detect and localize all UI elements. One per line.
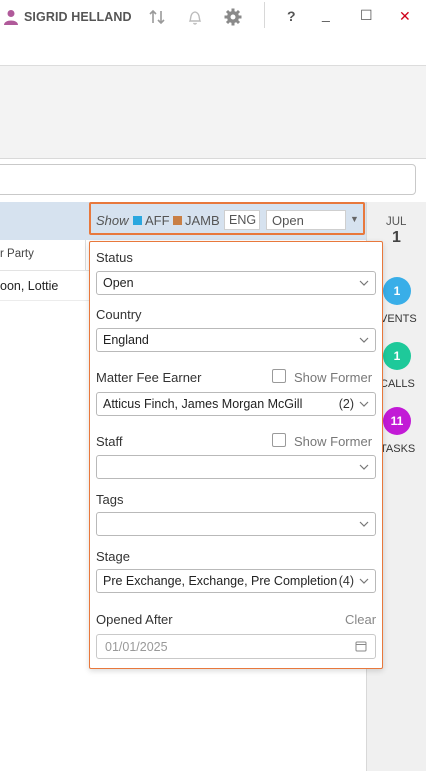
staff-select[interactable] xyxy=(96,455,376,479)
country-label: Country xyxy=(96,307,142,322)
events-count-badge[interactable]: 1 xyxy=(383,277,411,305)
stage-count: (4) xyxy=(338,574,354,588)
fee-earner-label: Matter Fee Earner xyxy=(96,370,202,385)
calls-label[interactable]: CALLS xyxy=(380,378,415,390)
events-label[interactable]: VENTS xyxy=(380,313,417,325)
gear-icon[interactable] xyxy=(223,7,243,27)
country-code-chip: ENG xyxy=(224,210,260,230)
fee-earner-count: (2) xyxy=(338,397,354,411)
country-select[interactable]: England xyxy=(96,328,376,352)
ribbon xyxy=(0,66,426,158)
chevron-down-icon xyxy=(359,337,369,343)
chevron-down-icon xyxy=(359,578,369,584)
search-input[interactable] xyxy=(0,164,416,195)
opened-after-label: Opened After xyxy=(96,612,173,627)
user-icon xyxy=(4,10,18,25)
calls-count-badge[interactable]: 1 xyxy=(383,342,411,370)
titlebar-divider xyxy=(264,2,265,28)
sync-icon[interactable] xyxy=(147,7,167,27)
stage-label: Stage xyxy=(96,549,130,564)
staff-label: Staff xyxy=(96,434,123,449)
jamb-color-swatch xyxy=(173,216,182,225)
country-select-value: England xyxy=(103,333,149,347)
staff-show-former-label[interactable]: Show Former xyxy=(294,434,372,449)
chevron-down-icon xyxy=(359,464,369,470)
tags-select[interactable] xyxy=(96,512,376,536)
close-icon[interactable]: ✕ xyxy=(399,8,411,25)
opened-after-date-input[interactable]: 01/01/2025 xyxy=(96,634,376,659)
table-row-cell[interactable]: oon, Lottie xyxy=(0,279,58,293)
column-divider[interactable] xyxy=(85,240,86,270)
calendar-day: 1 xyxy=(392,229,401,246)
fee-earner-show-former-label[interactable]: Show Former xyxy=(294,370,372,385)
clear-date-link[interactable]: Clear xyxy=(345,612,376,627)
fee-earner-select-value: Atticus Finch, James Morgan McGill xyxy=(103,397,303,411)
user-name[interactable]: SIGRID HELLAND xyxy=(24,10,132,24)
help-icon[interactable]: ? xyxy=(287,8,296,24)
aff-color-swatch xyxy=(133,216,142,225)
aff-label: AFF xyxy=(145,213,170,228)
chevron-down-icon xyxy=(359,280,369,286)
tasks-count-badge[interactable]: 11 xyxy=(383,407,411,435)
jamb-label: JAMB xyxy=(185,213,220,228)
calendar-month: JUL xyxy=(386,216,407,228)
stage-select[interactable]: Pre Exchange, Exchange, Pre Completion (… xyxy=(96,569,376,593)
maximize-icon[interactable]: ☐ xyxy=(360,7,373,24)
fee-earner-select[interactable]: Atticus Finch, James Morgan McGill (2) xyxy=(96,392,376,416)
status-select[interactable]: Open xyxy=(96,271,376,295)
show-label: Show xyxy=(96,213,129,228)
filter-dropdown-toggle-icon[interactable]: ▼ xyxy=(350,214,359,224)
calendar-icon[interactable] xyxy=(355,640,367,652)
bell-icon[interactable] xyxy=(185,7,205,27)
opened-after-date-value: 01/01/2025 xyxy=(105,640,168,654)
ribbon-divider xyxy=(0,158,426,159)
stage-select-value: Pre Exchange, Exchange, Pre Completion xyxy=(103,574,338,588)
tags-label: Tags xyxy=(96,492,124,507)
status-chip: Open xyxy=(266,210,346,230)
status-select-value: Open xyxy=(103,276,134,290)
status-label: Status xyxy=(96,250,133,265)
column-header-other-party[interactable]: r Party xyxy=(0,248,34,260)
chevron-down-icon xyxy=(359,521,369,527)
chevron-down-icon xyxy=(359,401,369,407)
minimize-icon[interactable]: _ xyxy=(322,6,330,22)
tasks-label[interactable]: TASKS xyxy=(380,443,415,455)
fee-earner-show-former-checkbox[interactable] xyxy=(272,369,286,383)
staff-show-former-checkbox[interactable] xyxy=(272,433,286,447)
